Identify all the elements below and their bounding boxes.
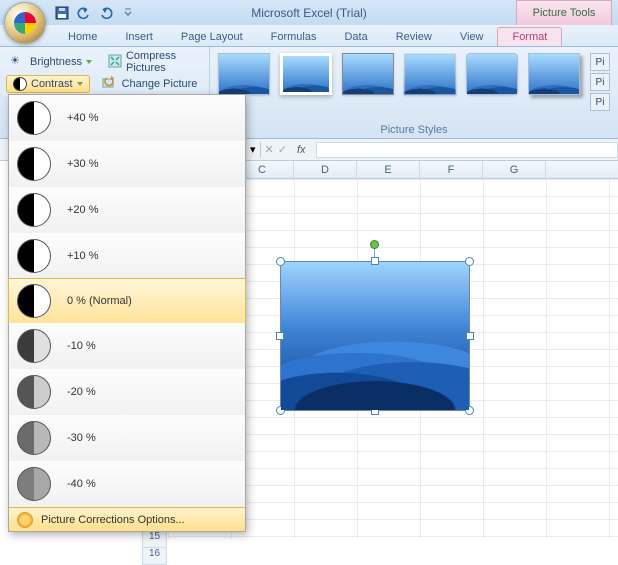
tab-formulas[interactable]: Formulas bbox=[257, 28, 331, 46]
contrast-option[interactable]: -10 % bbox=[9, 323, 245, 369]
change-picture-label: Change Picture bbox=[122, 78, 198, 90]
contrast-swatch-icon bbox=[17, 284, 51, 318]
contrast-swatch-icon bbox=[17, 375, 51, 409]
resize-handle-w[interactable] bbox=[276, 332, 284, 340]
contrast-dropdown: +40 % +30 % +20 % +10 % 0 % (Normal) -10 % -20… bbox=[8, 94, 246, 532]
undo-icon[interactable] bbox=[76, 5, 92, 21]
contrast-label: Contrast bbox=[31, 78, 73, 90]
contrast-option[interactable]: 0 % (Normal) bbox=[8, 278, 246, 324]
col-header[interactable]: D bbox=[294, 161, 357, 178]
contrast-button[interactable]: Contrast bbox=[6, 75, 90, 93]
quick-access-toolbar bbox=[54, 5, 136, 21]
formula-bar[interactable] bbox=[316, 142, 618, 158]
col-header[interactable]: F bbox=[420, 161, 483, 178]
tab-data[interactable]: Data bbox=[330, 28, 381, 46]
sun-icon: ☀ bbox=[10, 54, 26, 70]
compress-icon bbox=[108, 54, 122, 70]
tab-page-layout[interactable]: Page Layout bbox=[167, 28, 257, 46]
contrast-option[interactable]: -30 % bbox=[9, 415, 245, 461]
picture-style-1[interactable] bbox=[218, 53, 270, 95]
tab-format[interactable]: Format bbox=[497, 27, 562, 46]
resize-handle-e[interactable] bbox=[466, 332, 474, 340]
contextual-tab-picture-tools: Picture Tools bbox=[516, 0, 612, 25]
picture-corrections-options[interactable]: Picture Corrections Options... bbox=[9, 507, 245, 531]
save-icon[interactable] bbox=[54, 5, 70, 21]
col-header[interactable]: G bbox=[483, 161, 546, 178]
resize-handle-nw[interactable] bbox=[276, 257, 285, 266]
contrast-option[interactable]: +30 % bbox=[9, 141, 245, 187]
contrast-icon bbox=[13, 77, 27, 91]
tab-review[interactable]: Review bbox=[382, 28, 446, 46]
rotate-handle[interactable] bbox=[370, 240, 379, 249]
compress-label: Compress Pictures bbox=[126, 50, 199, 74]
picture-style-3[interactable] bbox=[342, 53, 394, 95]
fx-icon[interactable]: fx bbox=[297, 144, 306, 156]
chevron-down-icon bbox=[86, 60, 92, 64]
qat-dropdown-icon[interactable] bbox=[120, 5, 136, 21]
contrast-option-label: +40 % bbox=[67, 112, 99, 124]
ribbon-tabs: Home Insert Page Layout Formulas Data Re… bbox=[0, 25, 618, 47]
contrast-option-label: +20 % bbox=[67, 204, 99, 216]
fx-enter-icon[interactable]: ✓ bbox=[278, 143, 287, 156]
chevron-down-icon bbox=[77, 82, 83, 86]
contrast-swatch-icon bbox=[17, 193, 51, 227]
contrast-option[interactable]: +10 % bbox=[9, 233, 245, 279]
corrections-label: Picture Corrections Options... bbox=[41, 514, 185, 526]
contrast-swatch-icon bbox=[17, 147, 51, 181]
col-header[interactable]: E bbox=[357, 161, 420, 178]
resize-handle-sw[interactable] bbox=[276, 406, 285, 415]
contrast-option-label: -10 % bbox=[67, 340, 96, 352]
contrast-option-label: -20 % bbox=[67, 386, 96, 398]
contrast-swatch-icon bbox=[17, 329, 51, 363]
title-bar: Microsoft Excel (Trial) Picture Tools bbox=[0, 0, 618, 25]
tab-home[interactable]: Home bbox=[54, 28, 111, 46]
office-button[interactable] bbox=[4, 2, 46, 44]
picture-shape-button[interactable]: Pi bbox=[590, 53, 610, 71]
picture-style-4[interactable] bbox=[403, 54, 456, 96]
picture-style-5[interactable] bbox=[466, 53, 518, 95]
tab-view[interactable]: View bbox=[446, 28, 498, 46]
app-title: Microsoft Excel (Trial) bbox=[251, 6, 367, 20]
change-picture-button[interactable]: Change Picture bbox=[98, 75, 202, 93]
redo-icon[interactable] bbox=[98, 5, 114, 21]
row-headers-tail: 15 16 bbox=[142, 531, 167, 565]
resize-handle-s[interactable] bbox=[371, 407, 379, 415]
group-picture-styles: Pi Pi Pi Picture Styles bbox=[210, 47, 618, 138]
resize-handle-n[interactable] bbox=[371, 257, 379, 265]
group-label-picture-styles: Picture Styles bbox=[210, 124, 618, 136]
compress-pictures-button[interactable]: Compress Pictures bbox=[104, 49, 203, 75]
contrast-option[interactable]: +40 % bbox=[9, 95, 245, 141]
change-picture-icon bbox=[102, 76, 118, 92]
brightness-button[interactable]: ☀ Brightness bbox=[6, 53, 96, 71]
contrast-option-label: +10 % bbox=[67, 250, 99, 262]
embedded-picture[interactable] bbox=[280, 261, 470, 411]
picture-style-6[interactable] bbox=[528, 53, 580, 95]
picture-style-2[interactable] bbox=[280, 53, 332, 95]
contrast-option-label: +30 % bbox=[67, 158, 99, 170]
fx-cancel-icon[interactable]: ✕ bbox=[265, 143, 274, 156]
picture-effects-button[interactable]: Pi bbox=[590, 93, 610, 111]
contrast-option[interactable]: -40 % bbox=[9, 461, 245, 507]
contrast-option[interactable]: -20 % bbox=[9, 369, 245, 415]
tab-insert[interactable]: Insert bbox=[111, 28, 167, 46]
picture-border-button[interactable]: Pi bbox=[590, 73, 610, 91]
row-header[interactable]: 15 bbox=[142, 531, 167, 548]
resize-handle-se[interactable] bbox=[465, 406, 474, 415]
corrections-icon bbox=[17, 512, 33, 528]
contrast-swatch-icon bbox=[17, 467, 51, 501]
contrast-swatch-icon bbox=[17, 421, 51, 455]
row-header[interactable]: 16 bbox=[142, 548, 167, 565]
contrast-option-label: 0 % (Normal) bbox=[67, 295, 132, 307]
brightness-label: Brightness bbox=[30, 56, 82, 68]
resize-handle-ne[interactable] bbox=[465, 257, 474, 266]
contrast-option-label: -40 % bbox=[67, 478, 96, 490]
contrast-swatch-icon bbox=[17, 101, 51, 135]
contrast-swatch-icon bbox=[17, 239, 51, 273]
name-box-dropdown-icon[interactable]: ▾ bbox=[250, 143, 256, 156]
contrast-option-label: -30 % bbox=[67, 432, 96, 444]
contrast-option[interactable]: +20 % bbox=[9, 187, 245, 233]
